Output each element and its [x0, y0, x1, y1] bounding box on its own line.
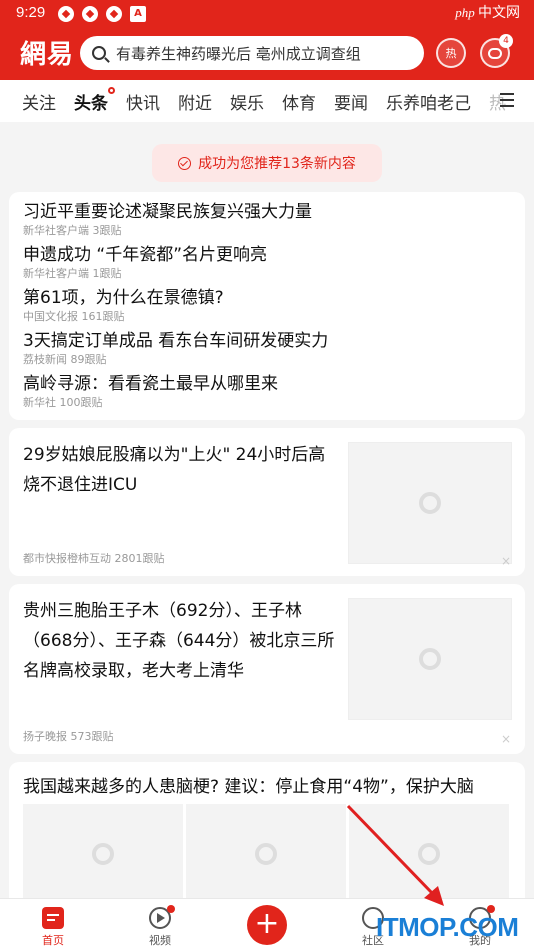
news-thumbnail — [348, 598, 512, 720]
php-logo-text: php — [455, 5, 475, 20]
topic-count: 1跟贴 — [92, 267, 122, 280]
topic-item[interactable]: 高岭寻源：看看瓷土最早从哪里来 新华社 100跟贴 — [23, 372, 511, 415]
topic-count: 161跟贴 — [81, 310, 125, 323]
news-item[interactable]: 29岁姑娘屁股痛以为"上火" 24小时后高烧不退住进ICU 都市快报橙柿互动 2… — [9, 428, 525, 576]
loading-icon — [419, 648, 441, 670]
news-feed: 成功为您推荐13条新内容 习近平重要论述凝聚民族复兴强大力量 新华社客户端 3跟… — [0, 122, 534, 912]
watermark-top: php 中文网 — [455, 2, 520, 22]
loading-icon — [419, 492, 441, 514]
hot-button[interactable]: 热 — [436, 38, 466, 68]
tab-label: 头条 — [74, 93, 108, 114]
topic-meta: 新华社客户端 3跟贴 — [23, 224, 511, 238]
topic-title: 3天搞定订单成品 看东台车间研发硬实力 — [23, 331, 329, 351]
channel-tabs: 关注 头条 快讯 附近 娱乐 体育 要闻 乐养咱老己 热 — [0, 80, 534, 122]
tab-news[interactable]: 要闻 — [334, 89, 368, 114]
loading-icon — [418, 843, 440, 865]
publish-button[interactable]: + — [247, 905, 287, 945]
status-time: 9:29 — [16, 4, 46, 21]
topic-source: 中国文化报 — [23, 310, 78, 323]
search-placeholder: 有毒养生神药曝光后 亳州成立调查组 — [116, 44, 361, 63]
topic-source: 荔枝新闻 — [23, 353, 67, 366]
check-circle-icon — [178, 156, 192, 170]
message-button[interactable]: 4 — [480, 34, 513, 68]
app-logo[interactable]: 網易 — [20, 34, 74, 71]
dismiss-button[interactable]: × — [501, 732, 511, 746]
search-icon — [92, 46, 106, 60]
message-count-badge: 4 — [499, 34, 513, 48]
topic-item[interactable]: 3天搞定订单成品 看东台车间研发硬实力 荔枝新闻 89跟贴 — [23, 329, 511, 372]
nav-video[interactable]: 视频 — [135, 905, 185, 948]
topic-count: 3跟贴 — [92, 224, 122, 237]
news-item[interactable]: 贵州三胞胎王子木（692分）、王子林（668分）、王子森（644分）被北京三所名… — [9, 584, 525, 754]
topic-meta: 新华社 100跟贴 — [23, 396, 511, 410]
tab-nearby[interactable]: 附近 — [178, 89, 212, 114]
status-icons: A — [58, 6, 146, 22]
news-thumbnail — [23, 804, 183, 904]
topic-source: 新华社 — [23, 396, 56, 409]
notification-icon — [106, 6, 122, 22]
topic-item[interactable]: 习近平重要论述凝聚民族复兴强大力量 新华社客户端 3跟贴 — [23, 200, 511, 243]
topic-item[interactable]: 第61项，为什么在景德镇? 中国文化报 161跟贴 — [23, 286, 511, 329]
search-bar[interactable]: 有毒养生神药曝光后 亳州成立调查组 — [80, 36, 424, 70]
home-icon — [42, 907, 64, 929]
toast-text: 成功为您推荐13条新内容 — [198, 156, 356, 172]
hot-label: 热 — [445, 47, 457, 60]
tab-headlines[interactable]: 头条 — [74, 86, 115, 114]
site-watermark: ITMOP.COM — [376, 912, 519, 942]
topic-count: 100跟贴 — [59, 396, 103, 409]
news-thumbnail — [186, 804, 346, 904]
recommend-toast: 成功为您推荐13条新内容 — [152, 144, 382, 182]
topic-meta: 新华社客户端 1跟贴 — [23, 267, 511, 281]
video-badge — [167, 905, 175, 913]
topic-title: 第61项，为什么在景德镇? — [23, 288, 224, 308]
news-title: 我国越来越多的人患脑梗? 建议：停止食用“4物”，保护大脑 — [23, 777, 474, 797]
news-meta: 扬子晚报 573跟贴 — [23, 730, 114, 743]
channel-menu-icon[interactable] — [500, 93, 514, 107]
topic-title: 习近平重要论述凝聚民族复兴强大力量 — [23, 202, 312, 222]
news-thumbnail — [349, 804, 509, 904]
topic-title: 高岭寻源：看看瓷土最早从哪里来 — [23, 374, 278, 394]
status-bar: 9:29 A php 中文网 — [0, 0, 534, 28]
nav-video-label: 视频 — [149, 934, 171, 947]
news-item[interactable]: 我国越来越多的人患脑梗? 建议：停止食用“4物”，保护大脑 — [9, 762, 525, 912]
app-header: 9:29 A php 中文网 網易 有毒养生神药曝光后 亳州成立调查组 热 4 — [0, 0, 534, 80]
dismiss-button[interactable]: × — [501, 554, 511, 568]
topic-meta: 荔枝新闻 89跟贴 — [23, 353, 511, 367]
news-meta: 都市快报橙柿互动 2801跟贴 — [23, 552, 165, 565]
topic-count: 89跟贴 — [70, 353, 107, 366]
tab-elder[interactable]: 乐养咱老己 — [386, 89, 471, 114]
a-icon: A — [130, 6, 146, 22]
tab-follow[interactable]: 关注 — [22, 89, 56, 114]
notification-icon — [58, 6, 74, 22]
tab-flash[interactable]: 快讯 — [126, 89, 160, 114]
topic-source: 新华社客户端 — [23, 224, 89, 237]
topic-card: 习近平重要论述凝聚民族复兴强大力量 新华社客户端 3跟贴 申遗成功 “千年瓷都”… — [9, 192, 525, 420]
refresh-dot-icon — [108, 86, 115, 94]
loading-icon — [255, 843, 277, 865]
notification-icon — [82, 6, 98, 22]
news-title: 贵州三胞胎王子木（692分）、王子林（668分）、王子森（644分）被北京三所名… — [23, 601, 335, 681]
topic-item[interactable]: 申遗成功 “千年瓷都”名片更响亮 新华社客户端 1跟贴 — [23, 243, 511, 286]
chat-icon — [488, 47, 502, 59]
tab-sports[interactable]: 体育 — [282, 89, 316, 114]
topic-meta: 中国文化报 161跟贴 — [23, 310, 511, 324]
tab-entertainment[interactable]: 娱乐 — [230, 89, 264, 114]
loading-icon — [92, 843, 114, 865]
topic-source: 新华社客户端 — [23, 267, 89, 280]
news-title: 29岁姑娘屁股痛以为"上火" 24小时后高烧不退住进ICU — [23, 445, 326, 495]
news-image-row — [23, 804, 509, 904]
topic-title: 申遗成功 “千年瓷都”名片更响亮 — [23, 245, 268, 265]
news-thumbnail — [348, 442, 512, 564]
php-cn-text: 中文网 — [478, 5, 520, 21]
nav-home-label: 首页 — [42, 934, 64, 947]
nav-home[interactable]: 首页 — [28, 907, 78, 948]
